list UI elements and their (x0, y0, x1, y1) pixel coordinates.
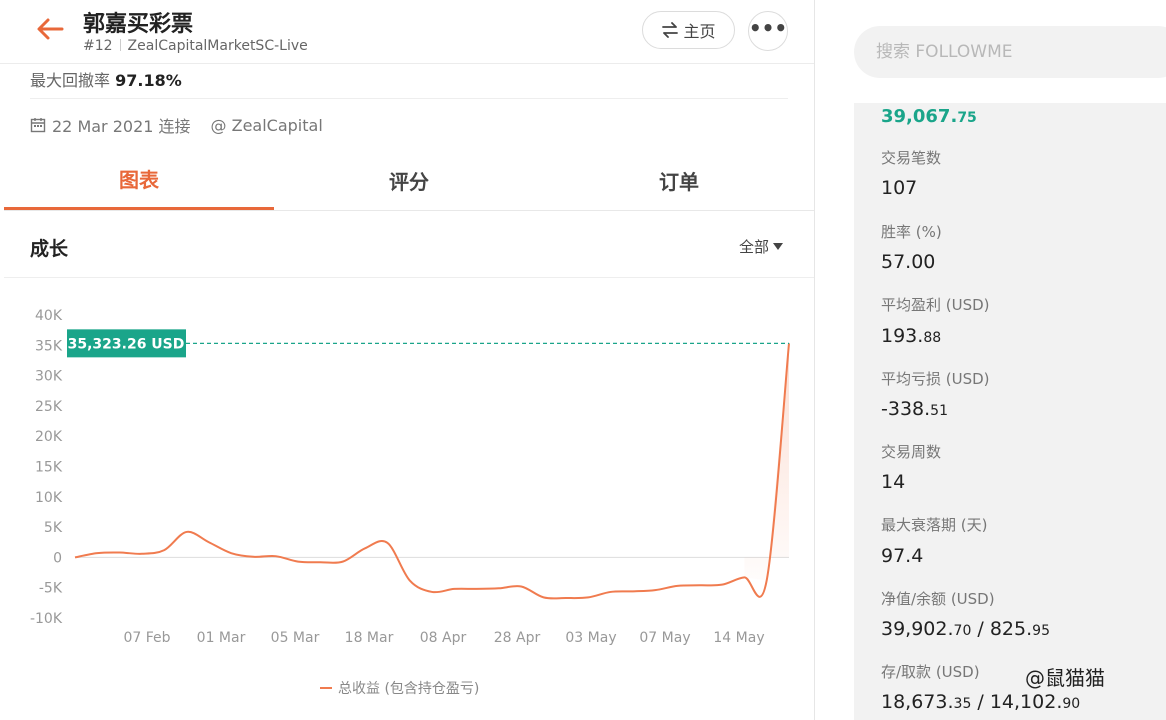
deposit-decimal: 35 (953, 696, 972, 712)
y-tick-label: 35K (35, 338, 63, 354)
balance-decimal: 95 (1032, 623, 1050, 639)
max-drawdown: 最大回撤率 97.18% (30, 67, 182, 91)
stat-value-max-decline: 97.4 (881, 545, 924, 567)
drawdown-label: 最大回撤率 (30, 71, 111, 90)
x-tick-label: 07 Feb (123, 630, 170, 646)
y-tick-label: 30K (35, 369, 63, 385)
stat-label-trades: 交易笔数 (881, 149, 942, 167)
back-arrow-icon[interactable] (36, 17, 64, 41)
stat-value-avg-profit: 193.88 (881, 325, 941, 347)
tab-bar: 图表 评分 订单 (4, 150, 814, 211)
trader-detail-panel: 郭嘉买彩票 #12 ZealCapitalMarketSC-Live 主页 •••… (0, 0, 815, 720)
growth-title: 成长 (30, 238, 69, 260)
y-tick-label: -5K (39, 581, 63, 597)
rank-number: #12 (83, 38, 113, 54)
divider (30, 98, 788, 99)
stat-value-weeks: 14 (881, 471, 906, 493)
stat-label-equity-balance: 净值/余额 (USD) (881, 590, 995, 608)
chart-legend[interactable]: 总收益 (包含持仓盈亏) (320, 678, 479, 698)
profit-decimal: 75 (957, 110, 977, 126)
withdraw-decimal: 90 (1062, 696, 1081, 712)
stats-card: 39,067.75 交易笔数 107 胜率 (%) 57.00 平均盈利 (US… (854, 103, 1166, 720)
x-tick-label: 07 May (639, 630, 690, 646)
stat-label-weeks: 交易周数 (881, 443, 942, 461)
stat-value-trades: 107 (881, 177, 918, 199)
account-name: ZealCapitalMarketSC-Live (127, 38, 308, 54)
stat-value-equity-balance: 39,902.70 / 825.95 (881, 618, 1050, 640)
withdraw-main: / 14,102. (971, 691, 1063, 713)
home-button-label: 主页 (683, 22, 716, 41)
range-dropdown[interactable]: 全部 (739, 236, 784, 257)
avg-profit-decimal: 88 (923, 330, 942, 346)
y-tick-label: 10K (35, 490, 63, 506)
drawdown-value: 97.18% (115, 71, 182, 90)
stat-label-max-decline: 最大衰落期 (天) (881, 516, 988, 534)
equity-main: 39,902. (881, 618, 954, 640)
balance-main: / 825. (971, 618, 1033, 640)
watermark-text: @鼠猫猫 (1025, 666, 1105, 690)
profit-value: 39,067.75 (881, 106, 977, 127)
page-header: 郭嘉买彩票 #12 ZealCapitalMarketSC-Live 主页 ••• (0, 0, 814, 64)
y-tick-label: 15K (35, 460, 63, 476)
caret-down-icon (773, 243, 784, 250)
swap-icon (662, 22, 679, 38)
avg-loss-main: -338. (881, 398, 931, 420)
stat-value-winrate: 57.00 (881, 251, 936, 273)
y-tick-label: 25K (35, 399, 63, 415)
x-tick-label: 14 May (713, 630, 764, 646)
growth-area (744, 343, 789, 581)
current-value-label: 35,323.26 USD (68, 336, 185, 352)
y-tick-label: 0 (53, 550, 62, 566)
growth-chart-svg: 40K 35K 30K 25K 20K 15K 10K 5K 0 -5K -10K 07 Feb 01 … (30, 308, 790, 646)
broker-link[interactable]: @ ZealCapital (211, 116, 323, 135)
range-value: 全部 (739, 238, 770, 256)
y-tick-label: -10K (30, 611, 63, 627)
stat-value-deposit-withdraw: 18,673.35 / 14,102.90 (881, 691, 1080, 713)
y-tick-label: 20K (35, 429, 63, 445)
x-tick-label: 01 Mar (197, 630, 246, 646)
stats-sidebar: 39,067.75 交易笔数 107 胜率 (%) 57.00 平均盈利 (US… (816, 0, 1166, 720)
equity-decimal: 70 (953, 623, 972, 639)
x-tick-label: 18 Mar (345, 630, 394, 646)
legend-label: 总收益 (包含持仓盈亏) (338, 681, 480, 697)
more-options-button[interactable]: ••• (748, 11, 788, 51)
more-icon: ••• (748, 16, 788, 40)
home-button[interactable]: 主页 (642, 11, 735, 49)
stat-label-deposit-withdraw: 存/取款 (USD) (881, 663, 980, 681)
legend-swatch (320, 687, 332, 689)
x-tick-label: 28 Apr (494, 630, 541, 646)
avg-profit-main: 193. (881, 325, 924, 347)
avg-loss-decimal: 51 (930, 403, 948, 419)
page-title: 郭嘉买彩票 (83, 12, 194, 37)
search-input[interactable] (854, 26, 1166, 78)
growth-line (74, 343, 790, 600)
tab-orders[interactable]: 订单 (544, 150, 814, 210)
tab-rating[interactable]: 评分 (274, 150, 544, 210)
growth-section-header: 成长 全部 (4, 212, 814, 278)
calendar-icon (30, 118, 46, 133)
tab-chart[interactable]: 图表 (4, 150, 274, 210)
divider (119, 39, 121, 51)
stat-label-winrate: 胜率 (%) (881, 223, 942, 241)
y-tick-label: 5K (44, 520, 63, 536)
account-meta: 22 Mar 2021 连接 @ ZealCapital (30, 113, 323, 137)
x-tick-label: 08 Apr (420, 630, 467, 646)
stat-label-avg-loss: 平均亏损 (USD) (881, 370, 990, 388)
connected-date: 22 Mar 2021 连接 (52, 117, 191, 136)
y-tick-label: 40K (35, 308, 63, 324)
stat-label-avg-profit: 平均盈利 (USD) (881, 296, 990, 314)
account-info: #12 ZealCapitalMarketSC-Live (83, 38, 308, 54)
deposit-main: 18,673. (881, 691, 954, 713)
stat-value-avg-loss: -338.51 (881, 398, 948, 420)
profit-main: 39,067. (881, 106, 958, 127)
x-tick-label: 05 Mar (271, 630, 320, 646)
x-tick-label: 03 May (565, 630, 616, 646)
growth-chart: 40K 35K 30K 25K 20K 15K 10K 5K 0 -5K -10K 07 Feb 01 … (0, 278, 814, 720)
